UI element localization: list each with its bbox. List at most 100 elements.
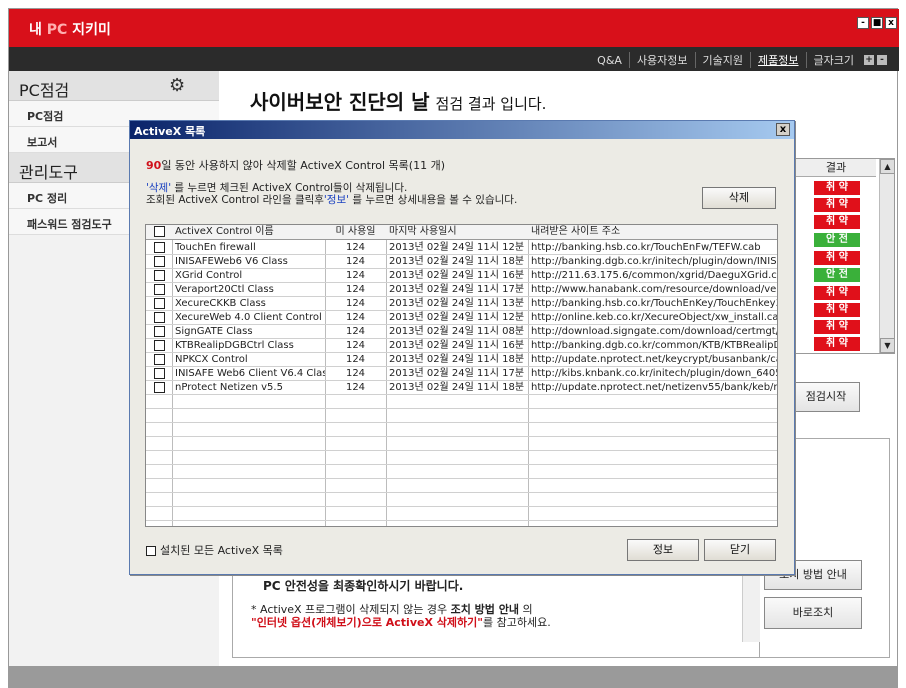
scroll-up-icon[interactable]: ▲ [880, 159, 895, 174]
result-badge: 안 전 [814, 233, 860, 247]
row-checkbox[interactable] [146, 255, 172, 269]
list-empty-row [146, 479, 777, 493]
list-item[interactable]: NPKCX Control 124 2013년 02월 24일 11시 18분 htt… [146, 353, 777, 367]
close-dialog-button[interactable]: 닫기 [704, 539, 776, 561]
results-scrollbar[interactable]: ▲ ▼ [879, 159, 895, 353]
row-checkbox[interactable] [146, 325, 172, 339]
list-item[interactable]: Veraport20Ctl Class 124 2013년 02월 24일 11시 … [146, 283, 777, 297]
list-empty-row [146, 409, 777, 423]
row-url: http://www.hanabank.com/resource/downloa… [531, 284, 777, 295]
activex-dialog: ActiveX 목록 x 90일 동안 사용하지 않아 삭제할 ActiveX … [129, 120, 795, 575]
row-last-used: 2013년 02월 24일 11시 12분 [389, 312, 525, 323]
list-item[interactable]: XecureCKKB Class 124 2013년 02월 24일 11시 13분… [146, 297, 777, 311]
result-badge: 취 약 [814, 251, 860, 265]
title-bar: 내 PC 지키미 - ■ x [9, 9, 899, 47]
show-all-checkbox[interactable] [146, 546, 156, 556]
minimize-button[interactable]: - [857, 17, 869, 29]
scroll-down-icon[interactable]: ▼ [880, 338, 895, 353]
nav-support[interactable]: 기술지원 [694, 52, 750, 68]
row-checkbox[interactable] [146, 339, 172, 353]
row-checkbox[interactable] [146, 241, 172, 255]
row-checkbox[interactable] [146, 283, 172, 297]
row-unused-days: 124 [345, 242, 366, 253]
row-last-used: 2013년 02월 24일 11시 16분 [389, 340, 525, 351]
nav-qna[interactable]: Q&A [590, 54, 629, 67]
select-all-checkbox[interactable] [146, 225, 172, 239]
list-item[interactable]: XGrid Control 124 2013년 02월 24일 11시 16분 htt… [146, 269, 777, 283]
row-name: INISAFE Web6 Client V6.4 Class [175, 368, 325, 379]
font-size-minus-button[interactable]: - [877, 55, 887, 65]
row-url: http://update.nprotect.net/netizenv55/ba… [531, 382, 777, 393]
row-unused-days: 124 [345, 354, 366, 365]
results-header: 결과 [796, 159, 876, 177]
sidebar-section-pc-check: PC점검 ⚙ [9, 71, 219, 101]
row-checkbox[interactable] [146, 353, 172, 367]
maximize-button[interactable]: ■ [871, 17, 883, 29]
row-checkbox[interactable] [146, 311, 172, 325]
result-badge: 안 전 [814, 268, 860, 282]
row-url: http://banking.dgb.co.kr/initech/plugin/… [531, 256, 777, 267]
row-checkbox[interactable] [146, 297, 172, 311]
row-last-used: 2013년 02월 24일 11시 13분 [389, 298, 525, 309]
dialog-close-icon[interactable]: x [776, 123, 790, 136]
gear-icon: ⚙ [169, 75, 186, 96]
result-badge: 취 약 [814, 181, 860, 195]
info-reference-text: "인터넷 옵션(개체보기)으로 ActiveX 삭제하기"를 참고하세요. [251, 616, 551, 629]
page-title: 사이버보안 진단의 날 점검 결과 입니다. [250, 90, 547, 114]
row-name: nProtect Netizen v5.5 [175, 382, 283, 393]
row-last-used: 2013년 02월 24일 11시 08분 [389, 326, 525, 337]
close-button[interactable]: x [885, 17, 897, 29]
show-all-option[interactable]: 설치된 모든 ActiveX 목록 [146, 542, 283, 558]
info-button[interactable]: 정보 [627, 539, 699, 561]
row-unused-days: 124 [345, 298, 366, 309]
start-check-button[interactable]: 점검시작 [792, 382, 860, 412]
col-url-header[interactable]: 내려받은 사이트 주소 [528, 225, 777, 239]
list-empty-row [146, 423, 777, 437]
list-item[interactable]: XecureWeb 4.0 Client Control 124 2013년 02월… [146, 311, 777, 325]
dialog-title-bar: ActiveX 목록 x [130, 121, 794, 139]
col-last-used-header[interactable]: 마지막 사용일시 [386, 225, 528, 239]
list-item[interactable]: INISAFE Web6 Client V6.4 Class 124 2013년 0… [146, 367, 777, 381]
row-name: NPKCX Control [175, 354, 248, 365]
nav-user-info[interactable]: 사용자정보 [628, 52, 695, 68]
row-name: Veraport20Ctl Class [175, 284, 274, 295]
activex-list[interactable]: ActiveX Control 이름 미 사용일 마지막 사용일시 내려받은 사… [145, 224, 778, 527]
list-item[interactable]: nProtect Netizen v5.5 124 2013년 02월 24일 11… [146, 381, 777, 395]
result-badge: 취 약 [814, 215, 860, 229]
list-item[interactable]: TouchEn firewall 124 2013년 02월 24일 11시 12분… [146, 241, 777, 255]
row-unused-days: 124 [345, 256, 366, 267]
col-days-header[interactable]: 미 사용일 [325, 225, 386, 239]
delete-button[interactable]: 삭제 [702, 187, 776, 209]
row-unused-days: 124 [345, 326, 366, 337]
app-title: 내 PC 지키미 [29, 22, 111, 38]
row-last-used: 2013년 02월 24일 11시 17분 [389, 284, 525, 295]
row-last-used: 2013년 02월 24일 11시 18분 [389, 256, 525, 267]
list-item[interactable]: INISAFEWeb6 V6 Class 124 2013년 02월 24일 11시… [146, 255, 777, 269]
row-url: http://banking.hsb.co.kr/TouchEnFw/TEFW.… [531, 242, 761, 253]
row-name: KTBRealipDGBCtrl Class [175, 340, 294, 351]
col-name-header[interactable]: ActiveX Control 이름 [172, 225, 325, 239]
top-nav-bar: Q&A 사용자정보 기술지원 제품정보 글자크기 + - [9, 47, 899, 71]
row-unused-days: 124 [345, 284, 366, 295]
row-checkbox[interactable] [146, 381, 172, 395]
row-checkbox[interactable] [146, 367, 172, 381]
font-size-plus-button[interactable]: + [864, 55, 874, 65]
fix-now-button[interactable]: 바로조치 [764, 597, 862, 629]
dialog-instructions: '삭제' 를 누르면 체크된 ActiveX Control들이 삭제됩니다. … [146, 182, 518, 206]
nav-font-size-label: 글자크기 [805, 52, 861, 68]
list-item[interactable]: SignGATE Class 124 2013년 02월 24일 11시 08분 ht… [146, 325, 777, 339]
row-name: TouchEn firewall [175, 242, 256, 253]
row-unused-days: 124 [345, 368, 366, 379]
row-name: SignGATE Class [175, 326, 253, 337]
list-item[interactable]: KTBRealipDGBCtrl Class 124 2013년 02월 24일 1… [146, 339, 777, 353]
list-empty-row [146, 507, 777, 521]
info-confirm-text: PC 안전성을 최종확인하시기 바랍니다. [263, 579, 464, 593]
result-badge: 취 약 [814, 198, 860, 212]
row-name: INISAFEWeb6 V6 Class [175, 256, 288, 267]
nav-product-info[interactable]: 제품정보 [750, 52, 805, 68]
results-panel: 결과 취 약 취 약 취 약 안 전 취 약 안 전 취 약 취 약 취 약 취… [795, 158, 895, 354]
row-checkbox[interactable] [146, 269, 172, 283]
result-badge: 취 약 [814, 303, 860, 317]
row-unused-days: 124 [345, 340, 366, 351]
result-badge: 취 약 [814, 337, 860, 351]
